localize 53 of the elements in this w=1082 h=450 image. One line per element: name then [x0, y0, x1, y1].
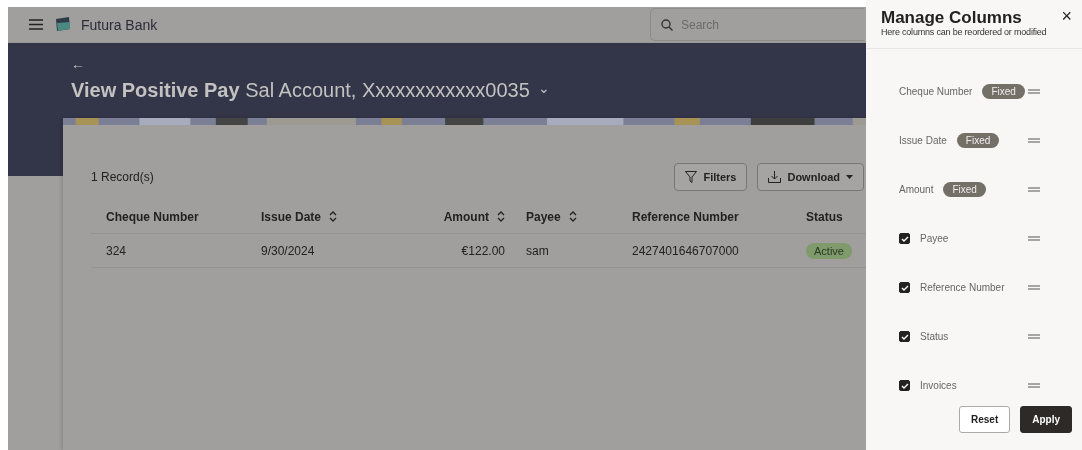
column-header: Cheque Number: [106, 209, 199, 224]
panel-title: Manage Columns: [881, 9, 1022, 27]
table-cell: €122.00: [461, 243, 505, 258]
checkbox[interactable]: [899, 380, 910, 391]
drag-handle-icon[interactable]: [1028, 138, 1040, 143]
drag-handle-icon[interactable]: [1028, 285, 1040, 290]
checkbox[interactable]: [899, 331, 910, 342]
fixed-badge: Fixed: [956, 133, 1000, 148]
column-name: Issue Date: [899, 135, 947, 146]
sort-icon[interactable]: [329, 211, 338, 222]
checkbox[interactable]: [899, 233, 910, 244]
column-name: Status: [920, 331, 949, 342]
drag-handle-icon[interactable]: [1028, 89, 1040, 94]
sort-icon[interactable]: [497, 211, 505, 222]
reset-button[interactable]: Reset: [958, 406, 1011, 433]
menu-icon[interactable]: [29, 19, 43, 30]
column-header[interactable]: Payee: [526, 209, 561, 224]
brand-name: Futura Bank: [81, 16, 158, 33]
filters-button[interactable]: Filters: [674, 163, 748, 191]
table-cell: 9/30/2024: [261, 243, 315, 258]
drag-handle-icon[interactable]: [1028, 334, 1040, 339]
column-header[interactable]: Issue Date: [261, 209, 322, 224]
fixed-badge: Fixed: [982, 84, 1025, 99]
table-cell: sam: [526, 243, 549, 258]
apply-button[interactable]: Apply: [1020, 406, 1072, 433]
drag-handle-icon[interactable]: [1028, 383, 1040, 388]
column-name: Payee: [920, 233, 949, 244]
account-caret[interactable]: ⌄: [537, 79, 550, 96]
back-arrow[interactable]: ←: [71, 56, 85, 72]
page-title: View Positive Pay Sal Account, Xxxxxxxxxxxx0035: [71, 79, 530, 102]
drag-handle-icon[interactable]: [1028, 236, 1040, 241]
checkbox[interactable]: [899, 282, 910, 293]
drag-handle-icon[interactable]: [1028, 187, 1040, 192]
column-name: Invoices: [920, 380, 957, 391]
fixed-badge: Fixed: [943, 182, 986, 197]
record-count: 1 Record(s): [91, 170, 154, 184]
filter-icon: [685, 171, 698, 183]
download-icon: [768, 171, 782, 183]
download-button[interactable]: Download: [757, 163, 864, 191]
column-name: Reference Number: [920, 282, 1005, 293]
sort-icon[interactable]: [568, 211, 577, 222]
column-header: Reference Number: [632, 209, 739, 224]
column-name: Cheque Number: [899, 86, 973, 97]
panel-subtitle: Here columns can be reordered or modified: [881, 27, 1048, 37]
logo-icon: [55, 17, 71, 32]
table-cell: 324: [106, 243, 127, 258]
close-button[interactable]: ×: [1061, 6, 1072, 27]
table-cell: 2427401646707000: [632, 243, 739, 258]
search-icon: [661, 18, 673, 31]
column-header[interactable]: Amount: [443, 209, 489, 224]
column-name: Amount: [899, 184, 934, 195]
column-header: Status: [806, 209, 843, 224]
status-badge: Active: [806, 242, 852, 259]
